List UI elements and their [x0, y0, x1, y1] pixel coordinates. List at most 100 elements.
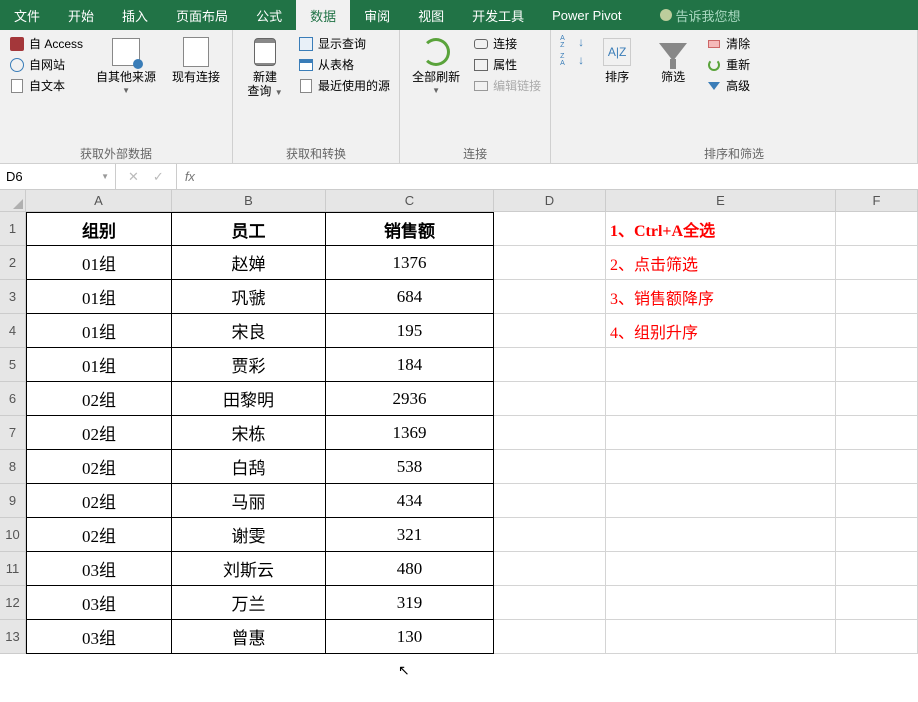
- cell[interactable]: 01组: [26, 246, 172, 280]
- cell[interactable]: [494, 382, 606, 416]
- column-header-F[interactable]: F: [836, 190, 918, 212]
- cell[interactable]: 02组: [26, 518, 172, 552]
- from-web-button[interactable]: 自网站: [6, 55, 86, 74]
- cell[interactable]: [494, 620, 606, 654]
- refresh-all-button[interactable]: 全部刷新 ▼: [406, 34, 466, 97]
- sort-asc-button[interactable]: AZ↓: [557, 34, 587, 50]
- row-header-9[interactable]: 9: [0, 484, 26, 518]
- cell[interactable]: [836, 484, 918, 518]
- cell[interactable]: [836, 586, 918, 620]
- row-header-3[interactable]: 3: [0, 280, 26, 314]
- cell[interactable]: 赵婵: [172, 246, 326, 280]
- row-header-5[interactable]: 5: [0, 348, 26, 382]
- from-access-button[interactable]: 自 Access: [6, 34, 86, 53]
- cell[interactable]: 1、Ctrl+A全选: [606, 212, 836, 246]
- tab-file[interactable]: 文件: [0, 0, 54, 30]
- sort-desc-button[interactable]: ZA↓: [557, 52, 587, 68]
- cell[interactable]: 184: [326, 348, 494, 382]
- cell[interactable]: [606, 450, 836, 484]
- cell[interactable]: [836, 314, 918, 348]
- existing-connections-button[interactable]: 现有连接: [166, 34, 226, 86]
- new-query-button[interactable]: 新建查询 ▼: [239, 34, 291, 101]
- cell[interactable]: [836, 280, 918, 314]
- cell[interactable]: [606, 416, 836, 450]
- tab-review[interactable]: 审阅: [350, 0, 404, 30]
- row-header-4[interactable]: 4: [0, 314, 26, 348]
- column-header-B[interactable]: B: [172, 190, 326, 212]
- cell[interactable]: [836, 212, 918, 246]
- reapply-button[interactable]: 重新: [703, 55, 753, 74]
- cell[interactable]: 销售额: [326, 212, 494, 246]
- cell[interactable]: 马丽: [172, 484, 326, 518]
- advanced-filter-button[interactable]: 高级: [703, 76, 753, 95]
- row-header-11[interactable]: 11: [0, 552, 26, 586]
- cell[interactable]: 02组: [26, 450, 172, 484]
- cell[interactable]: [606, 348, 836, 382]
- cell[interactable]: [494, 518, 606, 552]
- select-all-corner[interactable]: [0, 190, 26, 212]
- cell[interactable]: [606, 518, 836, 552]
- cell[interactable]: [836, 382, 918, 416]
- cell[interactable]: [836, 416, 918, 450]
- cell[interactable]: [836, 552, 918, 586]
- cell[interactable]: [836, 620, 918, 654]
- tab-home[interactable]: 开始: [54, 0, 108, 30]
- sort-button[interactable]: A|Z 排序: [591, 34, 643, 86]
- cell[interactable]: 白鸹: [172, 450, 326, 484]
- cell[interactable]: [606, 620, 836, 654]
- from-table-button[interactable]: 从表格: [295, 55, 393, 74]
- cell[interactable]: 02组: [26, 382, 172, 416]
- from-text-button[interactable]: 自文本: [6, 76, 86, 95]
- tab-layout[interactable]: 页面布局: [162, 0, 242, 30]
- name-box[interactable]: D6 ▼: [0, 164, 116, 189]
- cell[interactable]: 万兰: [172, 586, 326, 620]
- cell[interactable]: 480: [326, 552, 494, 586]
- cell[interactable]: 刘斯云: [172, 552, 326, 586]
- cell[interactable]: [836, 348, 918, 382]
- cell[interactable]: 130: [326, 620, 494, 654]
- row-header-2[interactable]: 2: [0, 246, 26, 280]
- cell[interactable]: 01组: [26, 348, 172, 382]
- cell[interactable]: 3、销售额降序: [606, 280, 836, 314]
- cell[interactable]: 4、组别升序: [606, 314, 836, 348]
- row-header-1[interactable]: 1: [0, 212, 26, 246]
- cell[interactable]: 田黎明: [172, 382, 326, 416]
- row-header-12[interactable]: 12: [0, 586, 26, 620]
- fx-icon[interactable]: fx: [176, 164, 203, 189]
- recent-sources-button[interactable]: 最近使用的源: [295, 76, 393, 95]
- cell[interactable]: 曾惠: [172, 620, 326, 654]
- filter-button[interactable]: 筛选: [647, 34, 699, 86]
- cell[interactable]: [606, 382, 836, 416]
- cancel-formula-button[interactable]: ✕: [128, 169, 139, 185]
- connections-button[interactable]: 连接: [470, 34, 544, 53]
- tell-me-search[interactable]: 告诉我您想: [646, 0, 755, 30]
- cell[interactable]: [494, 212, 606, 246]
- cell[interactable]: 1376: [326, 246, 494, 280]
- cell[interactable]: 巩虢: [172, 280, 326, 314]
- cell[interactable]: [836, 450, 918, 484]
- cell[interactable]: 组别: [26, 212, 172, 246]
- cell[interactable]: [494, 416, 606, 450]
- cell[interactable]: 434: [326, 484, 494, 518]
- clear-filter-button[interactable]: 清除: [703, 34, 753, 53]
- cell[interactable]: 02组: [26, 416, 172, 450]
- cell[interactable]: 宋栋: [172, 416, 326, 450]
- cell[interactable]: 319: [326, 586, 494, 620]
- cell[interactable]: 03组: [26, 586, 172, 620]
- cell[interactable]: 员工: [172, 212, 326, 246]
- cell[interactable]: 2936: [326, 382, 494, 416]
- row-header-6[interactable]: 6: [0, 382, 26, 416]
- tab-powerpivot[interactable]: Power Pivot: [538, 0, 635, 30]
- properties-button[interactable]: 属性: [470, 55, 544, 74]
- row-header-13[interactable]: 13: [0, 620, 26, 654]
- row-header-7[interactable]: 7: [0, 416, 26, 450]
- show-query-button[interactable]: 显示查询: [295, 34, 393, 53]
- cell[interactable]: 321: [326, 518, 494, 552]
- cell[interactable]: 684: [326, 280, 494, 314]
- cell[interactable]: 01组: [26, 314, 172, 348]
- column-header-C[interactable]: C: [326, 190, 494, 212]
- cell[interactable]: [494, 586, 606, 620]
- from-other-sources-button[interactable]: 自其他来源 ▼: [90, 34, 162, 97]
- tab-developer[interactable]: 开发工具: [458, 0, 538, 30]
- cell[interactable]: 1369: [326, 416, 494, 450]
